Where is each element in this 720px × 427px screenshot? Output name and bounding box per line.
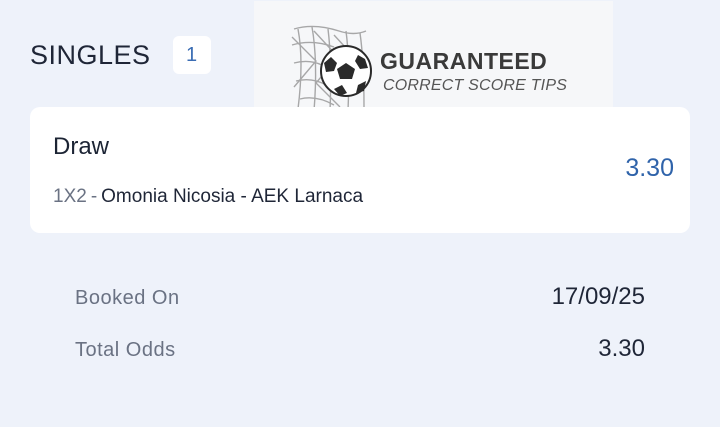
watermark-logo: GUARANTEED CORRECT SCORE TIPS: [254, 1, 613, 113]
booked-on-row: Booked On 17/09/25: [75, 283, 645, 311]
booked-on-value: 17/09/25: [551, 283, 645, 310]
total-odds-row: Total Odds 3.30: [75, 335, 645, 363]
booked-on-label: Booked On: [75, 287, 180, 309]
total-odds-value: 3.30: [598, 335, 645, 362]
watermark-subtitle: CORRECT SCORE TIPS: [383, 77, 568, 94]
singles-title: SINGLES: [30, 39, 151, 70]
selection-odds: 3.30: [625, 154, 674, 182]
singles-header: SINGLES 1: [30, 36, 211, 74]
bet-selection-card[interactable]: Draw 1X2- Omonia Nicosia - AEK Larnaca 3.…: [30, 107, 690, 233]
watermark-title: GUARANTEED: [380, 48, 548, 74]
market-type: 1X2: [53, 186, 87, 207]
selection-name: Draw: [53, 133, 110, 160]
market-separator: -: [90, 186, 98, 207]
match-name: Omonia Nicosia - AEK Larnaca: [101, 186, 364, 207]
market-line: 1X2- Omonia Nicosia - AEK Larnaca: [53, 186, 363, 208]
selection-count-badge: 1: [172, 36, 211, 74]
total-odds-label: Total Odds: [75, 339, 176, 361]
